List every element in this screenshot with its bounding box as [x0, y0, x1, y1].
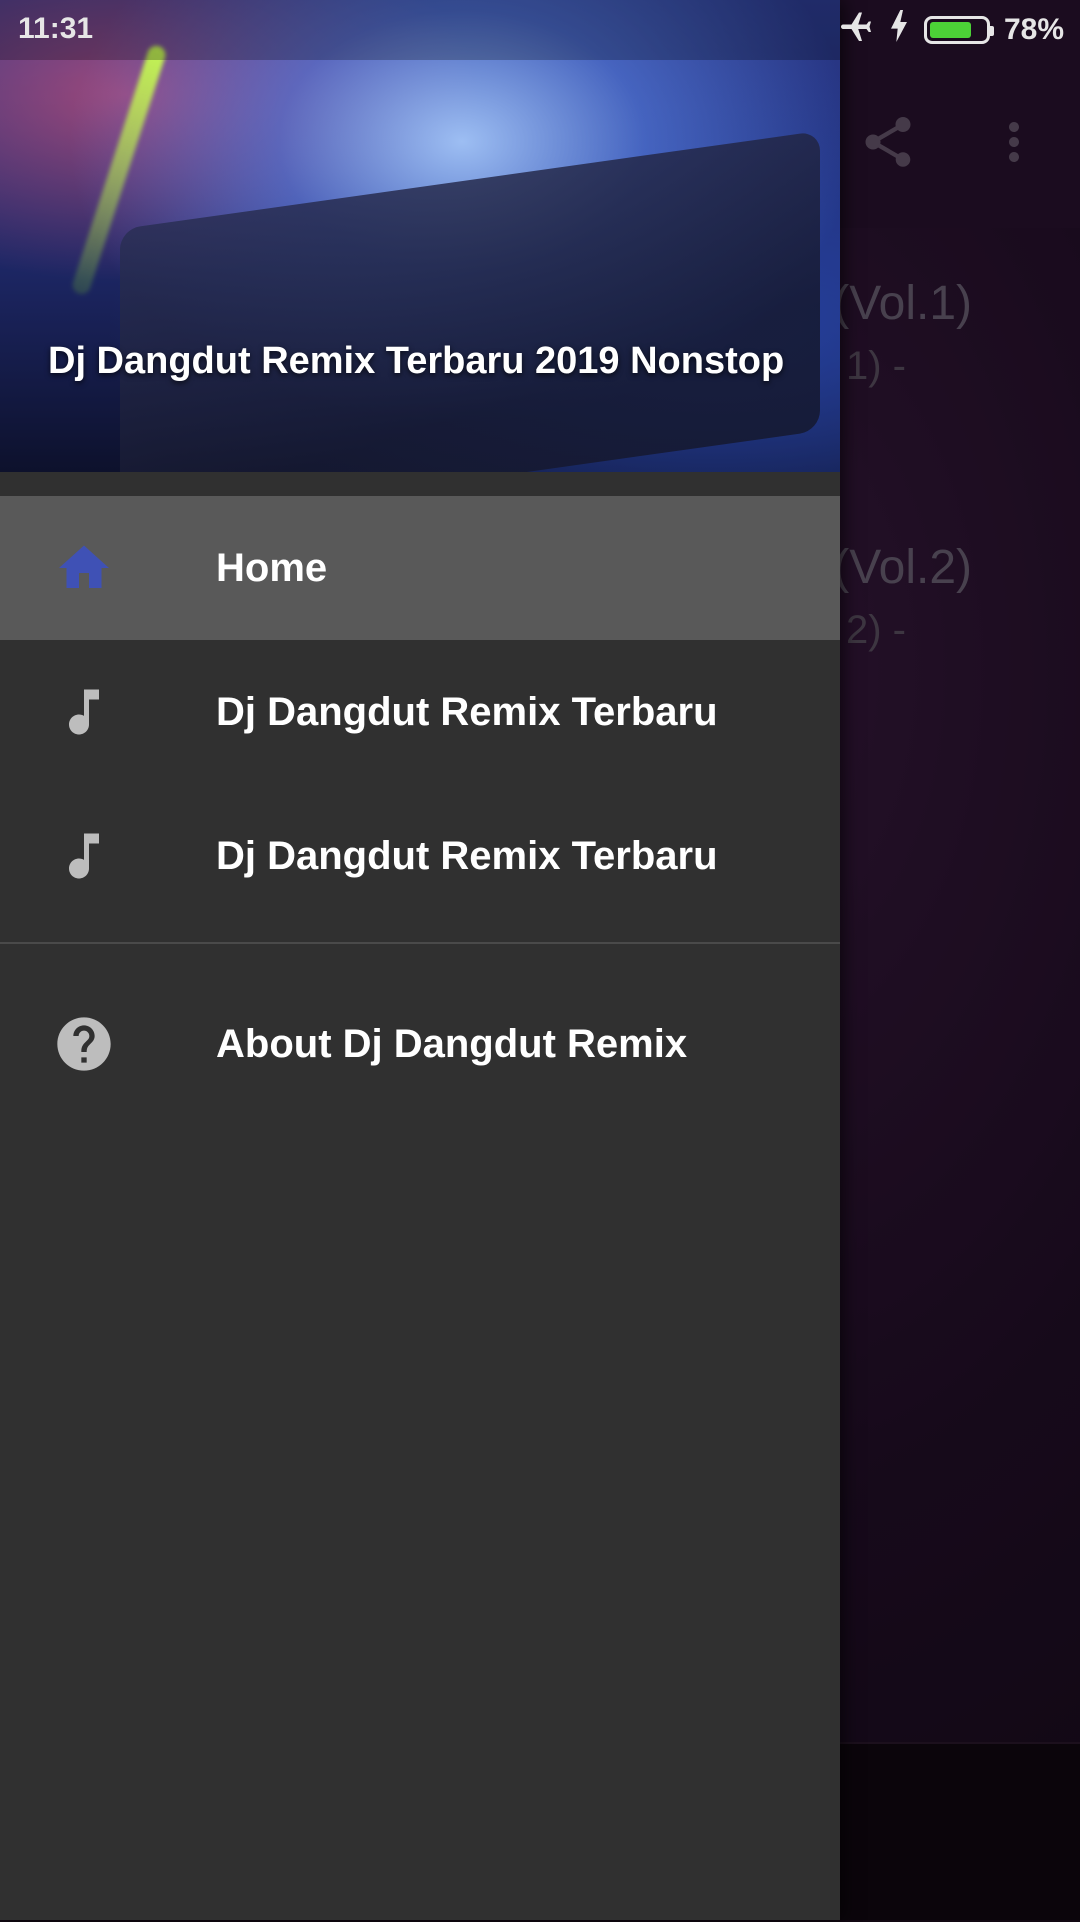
menu-item-label: Home — [216, 545, 328, 590]
menu-item-label: About Dj Dangdut Remix — [216, 1021, 688, 1066]
header-image-dj-deck — [120, 130, 820, 472]
menu-item-label: Dj Dangdut Remix Terbaru — [216, 689, 718, 734]
navigation-drawer: Dj Dangdut Remix Terbaru 2019 Nonstop Ho… — [0, 0, 840, 1920]
home-icon — [52, 536, 116, 600]
drawer-divider — [0, 942, 840, 944]
menu-item-about[interactable]: About Dj Dangdut Remix — [0, 968, 840, 1120]
menu-item-label: Dj Dangdut Remix Terbaru — [216, 833, 718, 878]
music-note-icon — [52, 824, 116, 888]
battery-icon — [923, 16, 994, 44]
status-time: 11:31 — [18, 12, 94, 45]
battery-percent: 78% — [1003, 13, 1064, 46]
charging-bolt-icon — [888, 10, 910, 50]
drawer-header-title: Dj Dangdut Remix Terbaru 2019 Nonstop — [48, 340, 785, 382]
menu-item-dj-dangdut-2[interactable]: Dj Dangdut Remix Terbaru — [0, 784, 840, 928]
airplane-mode-icon — [838, 8, 874, 52]
music-note-icon — [52, 680, 116, 744]
menu-item-home[interactable]: Home — [0, 496, 840, 640]
status-bar: 11:31 78% — [0, 0, 1080, 60]
drawer-header: Dj Dangdut Remix Terbaru 2019 Nonstop — [0, 0, 840, 472]
status-icons: 78% — [838, 10, 1064, 50]
battery-level-fill — [929, 22, 971, 38]
menu-item-dj-dangdut-1[interactable]: Dj Dangdut Remix Terbaru — [0, 640, 840, 784]
help-circle-icon — [52, 1012, 116, 1076]
drawer-menu: Home Dj Dangdut Remix Terbaru Dj Dangdut… — [0, 496, 840, 1120]
